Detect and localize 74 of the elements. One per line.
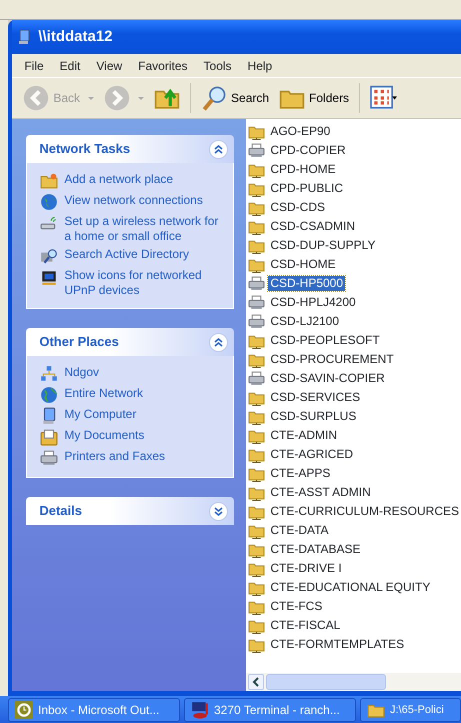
documents-icon <box>40 428 58 446</box>
chevron-icon[interactable] <box>209 332 228 352</box>
printer-item[interactable]: CSD-LJ2100 <box>268 314 342 329</box>
panel-header[interactable]: Details <box>26 497 234 525</box>
computer-icon <box>16 29 32 45</box>
task-link[interactable]: Search Active Directory <box>64 247 190 262</box>
calendar-icon <box>15 701 33 719</box>
share-item[interactable]: CSD-SERVICES <box>268 390 362 405</box>
task-link[interactable]: Show icons for networked UPnP devices <box>64 268 226 298</box>
menu-item[interactable]: File <box>16 56 52 74</box>
menu-item[interactable]: Favorites <box>130 56 196 74</box>
share-item[interactable]: CSD-CSADMIN <box>268 219 357 234</box>
share-item[interactable]: CTE-FORMTEMPLATES <box>268 637 406 652</box>
taskbar-button[interactable]: J:\65-Polici <box>360 698 461 722</box>
panel-header[interactable]: Network Tasks <box>26 135 234 163</box>
forward-icon <box>104 85 130 111</box>
share-item[interactable]: CSD-HOME <box>268 257 338 272</box>
taskbar-button[interactable]: Inbox - Microsoft Out... <box>8 698 180 722</box>
share-item[interactable]: AGO-EP90 <box>268 124 332 139</box>
globe-icon <box>40 386 58 404</box>
back-icon <box>23 85 50 111</box>
globe-icon <box>40 193 58 211</box>
printer-item[interactable]: CSD-HP5000 <box>268 276 346 291</box>
magnifier-icon <box>40 247 58 265</box>
task-link[interactable]: Entire Network <box>64 386 144 401</box>
folder-icon <box>40 172 58 190</box>
wireless-icon <box>40 214 58 232</box>
share-item[interactable]: CTE-DRIVE I <box>268 561 344 576</box>
share-item[interactable]: CTE-ADMIN <box>268 428 339 443</box>
task-link[interactable]: My Documents <box>64 428 144 443</box>
menu-item[interactable]: Tools <box>196 56 240 74</box>
printer-item[interactable]: CSD-SAVIN-COPIER <box>268 371 387 386</box>
window-title: \\itddata12 <box>38 26 113 47</box>
share-item[interactable]: CTE-ASST ADMIN <box>268 485 373 500</box>
terminal-icon <box>191 701 209 719</box>
task-link[interactable]: Printers and Faxes <box>64 449 166 464</box>
share-item[interactable]: CTE-DATA <box>268 523 331 538</box>
share-item[interactable]: CSD-CDS <box>268 200 327 215</box>
scroll-thumb[interactable] <box>266 674 386 690</box>
share-item[interactable]: CSD-PROCUREMENT <box>268 352 396 367</box>
share-item[interactable]: CPD-HOME <box>268 162 338 177</box>
panel-header[interactable]: Other Places <box>26 328 234 356</box>
share-item[interactable]: CSD-SURPLUS <box>268 409 358 424</box>
chevron-icon[interactable] <box>209 140 228 158</box>
share-item[interactable]: CTE-DATABASE <box>268 542 363 557</box>
share-item[interactable]: CSD-DUP-SUPPLY <box>268 238 378 253</box>
printer-item[interactable]: CSD-HPLJ4200 <box>268 295 358 310</box>
printer-item[interactable]: CPD-COPIER <box>268 143 348 158</box>
share-item[interactable]: CTE-AGRICED <box>268 447 355 462</box>
share-item[interactable]: CTE-APPS <box>268 466 332 481</box>
menu-item[interactable]: Help <box>240 56 280 74</box>
menu-item[interactable]: Edit <box>52 56 88 74</box>
share-item[interactable]: CTE-FCS <box>268 599 324 614</box>
printer-icon <box>40 449 58 467</box>
share-item[interactable]: CSD-PEOPLESOFT <box>268 333 382 348</box>
task-link[interactable]: My Computer <box>64 407 136 422</box>
share-item[interactable]: CTE-EDUCATIONAL EQUITY <box>268 580 432 595</box>
menu-item[interactable]: View <box>88 56 130 74</box>
share-item[interactable]: CTE-FISCAL <box>268 618 342 633</box>
network-icon <box>40 365 58 383</box>
share-item[interactable]: CTE-CURRICULUM-RESOURCES <box>268 504 461 519</box>
search-icon <box>201 85 228 111</box>
taskbar-button[interactable]: 3270 Terminal - ranch... <box>184 698 356 722</box>
chevron-icon[interactable] <box>209 502 228 520</box>
task-link[interactable]: Ndgov <box>64 365 100 380</box>
task-link[interactable]: Set up a wireless network for a home or small office <box>64 214 226 244</box>
scroll-left-button[interactable] <box>248 674 264 690</box>
folders-button[interactable]: Folders <box>276 83 352 113</box>
task-link[interactable]: View network connections <box>64 193 203 208</box>
views-icon <box>370 85 398 111</box>
share-item[interactable]: CPD-PUBLIC <box>268 181 346 196</box>
task-link[interactable]: Add a network place <box>64 172 174 187</box>
search-button[interactable]: Search <box>198 83 272 113</box>
horizontal-scrollbar[interactable] <box>246 673 461 691</box>
